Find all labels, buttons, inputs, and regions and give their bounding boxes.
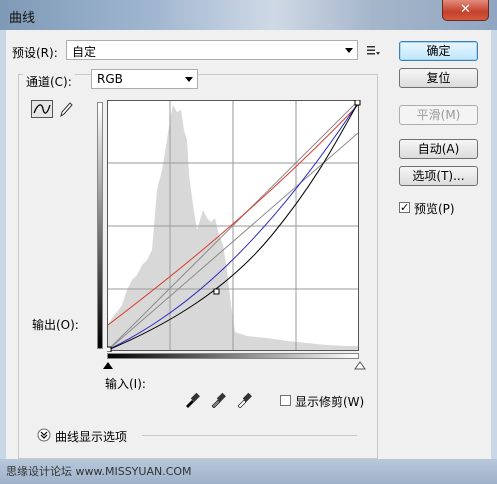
close-button[interactable]: ✕	[442, 0, 489, 21]
ok-button[interactable]: 确定	[399, 41, 478, 61]
control-point[interactable]	[354, 100, 361, 106]
input-gradient-bar	[107, 353, 359, 359]
chevron-down-icon	[185, 77, 193, 82]
output-label: 输出(O):	[32, 318, 79, 332]
black-eyedropper-icon[interactable]	[184, 391, 200, 408]
reset-button[interactable]: 复位	[399, 68, 478, 88]
preset-options-icon[interactable]	[365, 43, 381, 57]
white-point-slider[interactable]	[354, 361, 366, 370]
black-point-slider[interactable]	[102, 361, 114, 370]
curve-tool-button[interactable]	[31, 100, 53, 118]
preset-label: 预设(R):	[12, 46, 58, 60]
preview-checkbox[interactable]: ✓	[399, 202, 410, 213]
gray-eyedropper-icon[interactable]	[210, 391, 226, 408]
watermark-text: 思缘设计论坛 www.MISSYUAN.COM	[6, 465, 192, 478]
curves-graph[interactable]	[107, 100, 361, 352]
curve-icon	[33, 104, 51, 114]
white-eyedropper-icon[interactable]	[236, 391, 252, 408]
chevron-down-icon	[345, 48, 353, 53]
pencil-icon[interactable]	[58, 100, 74, 118]
show-clipping-label: 显示修剪(W)	[295, 395, 365, 409]
channel-select[interactable]: RGB	[91, 69, 198, 89]
control-point[interactable]	[107, 346, 112, 352]
title-bar: 曲线 ✕	[0, 0, 497, 30]
preset-select[interactable]: 自定	[66, 40, 358, 60]
preset-value: 自定	[72, 45, 97, 59]
expand-chevron-icon[interactable]	[37, 428, 51, 442]
control-point[interactable]	[213, 288, 220, 295]
channel-label: 通道(C):	[23, 73, 75, 90]
input-label: 输入(I):	[105, 377, 146, 391]
watermark-footer: 思缘设计论坛 www.MISSYUAN.COM	[0, 459, 497, 484]
auto-button[interactable]: 自动(A)	[399, 139, 478, 159]
options-button[interactable]: 选项(T)...	[399, 166, 478, 186]
smooth-button[interactable]: 平滑(M)	[399, 105, 478, 125]
output-gradient-bar	[97, 102, 103, 349]
divider	[142, 435, 357, 436]
window-title: 曲线	[9, 11, 36, 26]
preview-label: 预览(P)	[414, 202, 455, 216]
show-clipping-checkbox[interactable]	[280, 395, 291, 406]
curve-display-options-label: 曲线显示选项	[55, 430, 128, 444]
channel-value: RGB	[97, 72, 123, 86]
window-frame: 预设(R): 自定 确定 复位 平滑(M) 自动(A) 选项(T)... ✓ 预…	[0, 30, 497, 484]
dialog-client: 预设(R): 自定 确定 复位 平滑(M) 自动(A) 选项(T)... ✓ 预…	[6, 30, 491, 461]
